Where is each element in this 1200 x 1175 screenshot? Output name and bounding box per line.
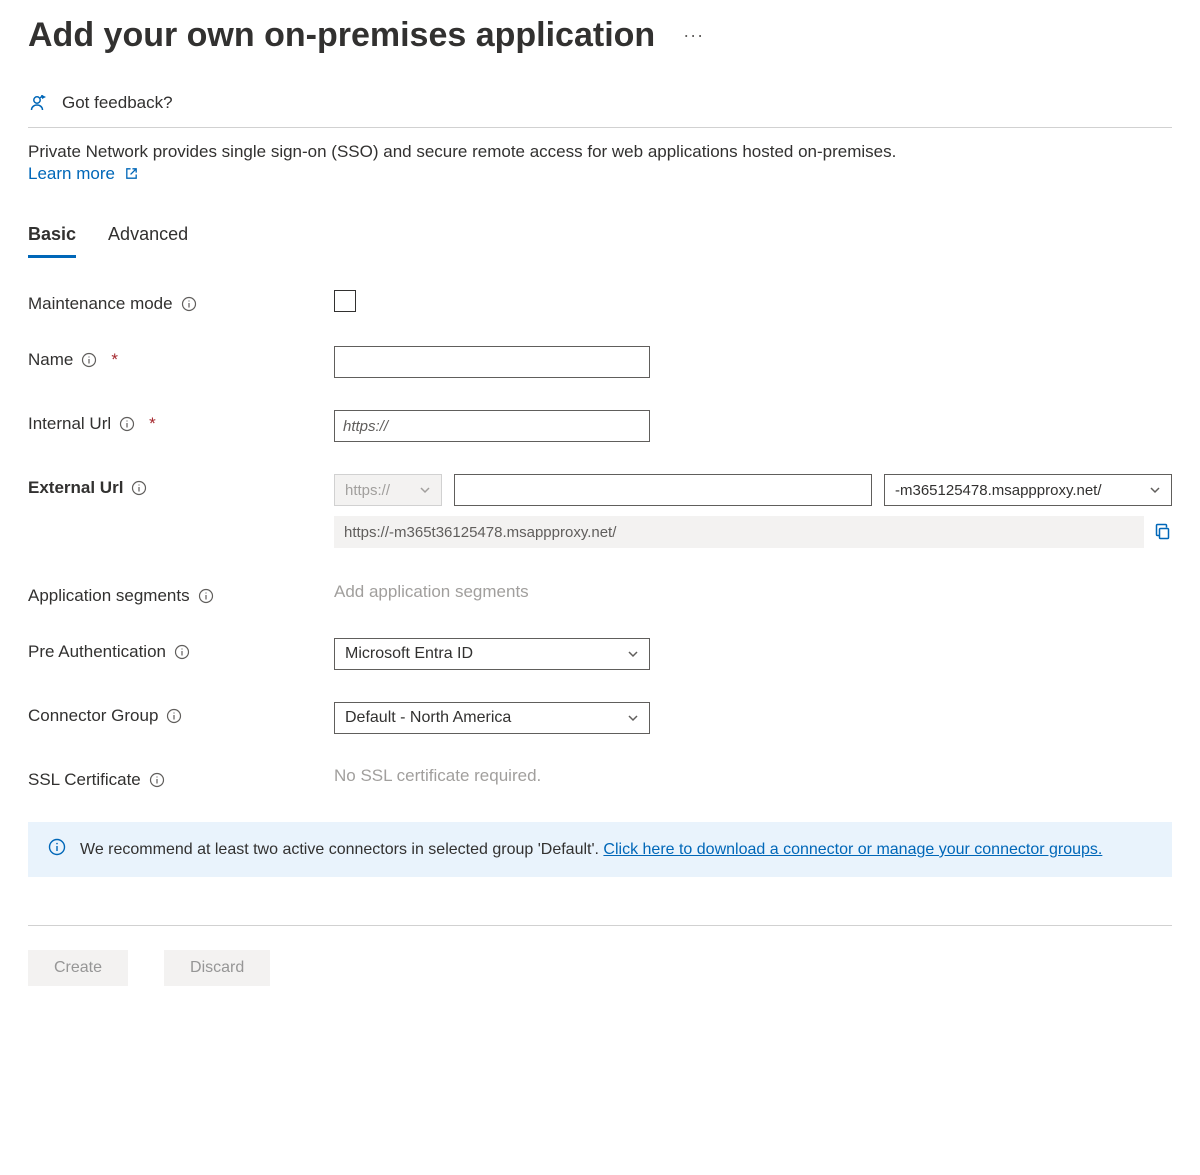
app-segments-label: Application segments [28,586,190,606]
maintenance-mode-label: Maintenance mode [28,294,173,314]
copy-icon[interactable] [1154,523,1172,541]
footer-divider [28,925,1172,926]
discard-button[interactable]: Discard [164,950,270,986]
ssl-value: No SSL certificate required. [334,766,541,785]
tab-basic[interactable]: Basic [28,224,76,258]
connector-group-label: Connector Group [28,706,158,726]
page-title: Add your own on-premises application [28,16,655,55]
pre-auth-dropdown[interactable]: Microsoft Entra ID [334,638,650,670]
info-icon[interactable] [181,296,197,312]
required-indicator: * [111,350,118,370]
create-button[interactable]: Create [28,950,128,986]
external-link-icon [124,166,139,181]
intro-text: Private Network provides single sign-on … [28,142,1172,162]
feedback-icon [28,91,52,115]
connector-group-dropdown[interactable]: Default - North America [334,702,650,734]
external-url-suffix-dropdown[interactable]: -m365125478.msappproxy.net/ [884,474,1172,506]
feedback-button[interactable]: Got feedback? [28,91,1172,128]
required-indicator: * [149,414,156,434]
maintenance-mode-checkbox[interactable] [334,290,356,312]
chevron-down-icon [627,648,639,660]
external-url-host-input[interactable] [454,474,872,506]
learn-more-link[interactable]: Learn more [28,164,139,183]
info-icon[interactable] [131,480,147,496]
infobox-link[interactable]: Click here to download a connector or ma… [603,841,1102,858]
external-url-label: External Url [28,478,123,498]
internal-url-label: Internal Url [28,414,111,434]
info-icon [48,838,66,856]
internal-url-input[interactable] [334,410,650,442]
info-icon[interactable] [81,352,97,368]
infobox-text: We recommend at least two active connect… [80,841,603,858]
chevron-down-icon [419,484,431,496]
external-url-scheme-dropdown[interactable]: https:// [334,474,442,506]
add-app-segments-link[interactable]: Add application segments [334,582,529,601]
info-icon[interactable] [166,708,182,724]
connector-info-box: We recommend at least two active connect… [28,822,1172,877]
info-icon[interactable] [119,416,135,432]
external-url-readonly: https://-m365t36125478.msappproxy.net/ [334,516,1144,548]
pre-auth-label: Pre Authentication [28,642,166,662]
ssl-label: SSL Certificate [28,770,141,790]
feedback-label: Got feedback? [62,93,173,113]
tab-advanced[interactable]: Advanced [108,224,188,258]
info-icon[interactable] [174,644,190,660]
name-label: Name [28,350,73,370]
name-input[interactable] [334,346,650,378]
more-actions-button[interactable]: ··· [683,25,704,46]
info-icon[interactable] [198,588,214,604]
chevron-down-icon [627,712,639,724]
chevron-down-icon [1149,484,1161,496]
info-icon[interactable] [149,772,165,788]
